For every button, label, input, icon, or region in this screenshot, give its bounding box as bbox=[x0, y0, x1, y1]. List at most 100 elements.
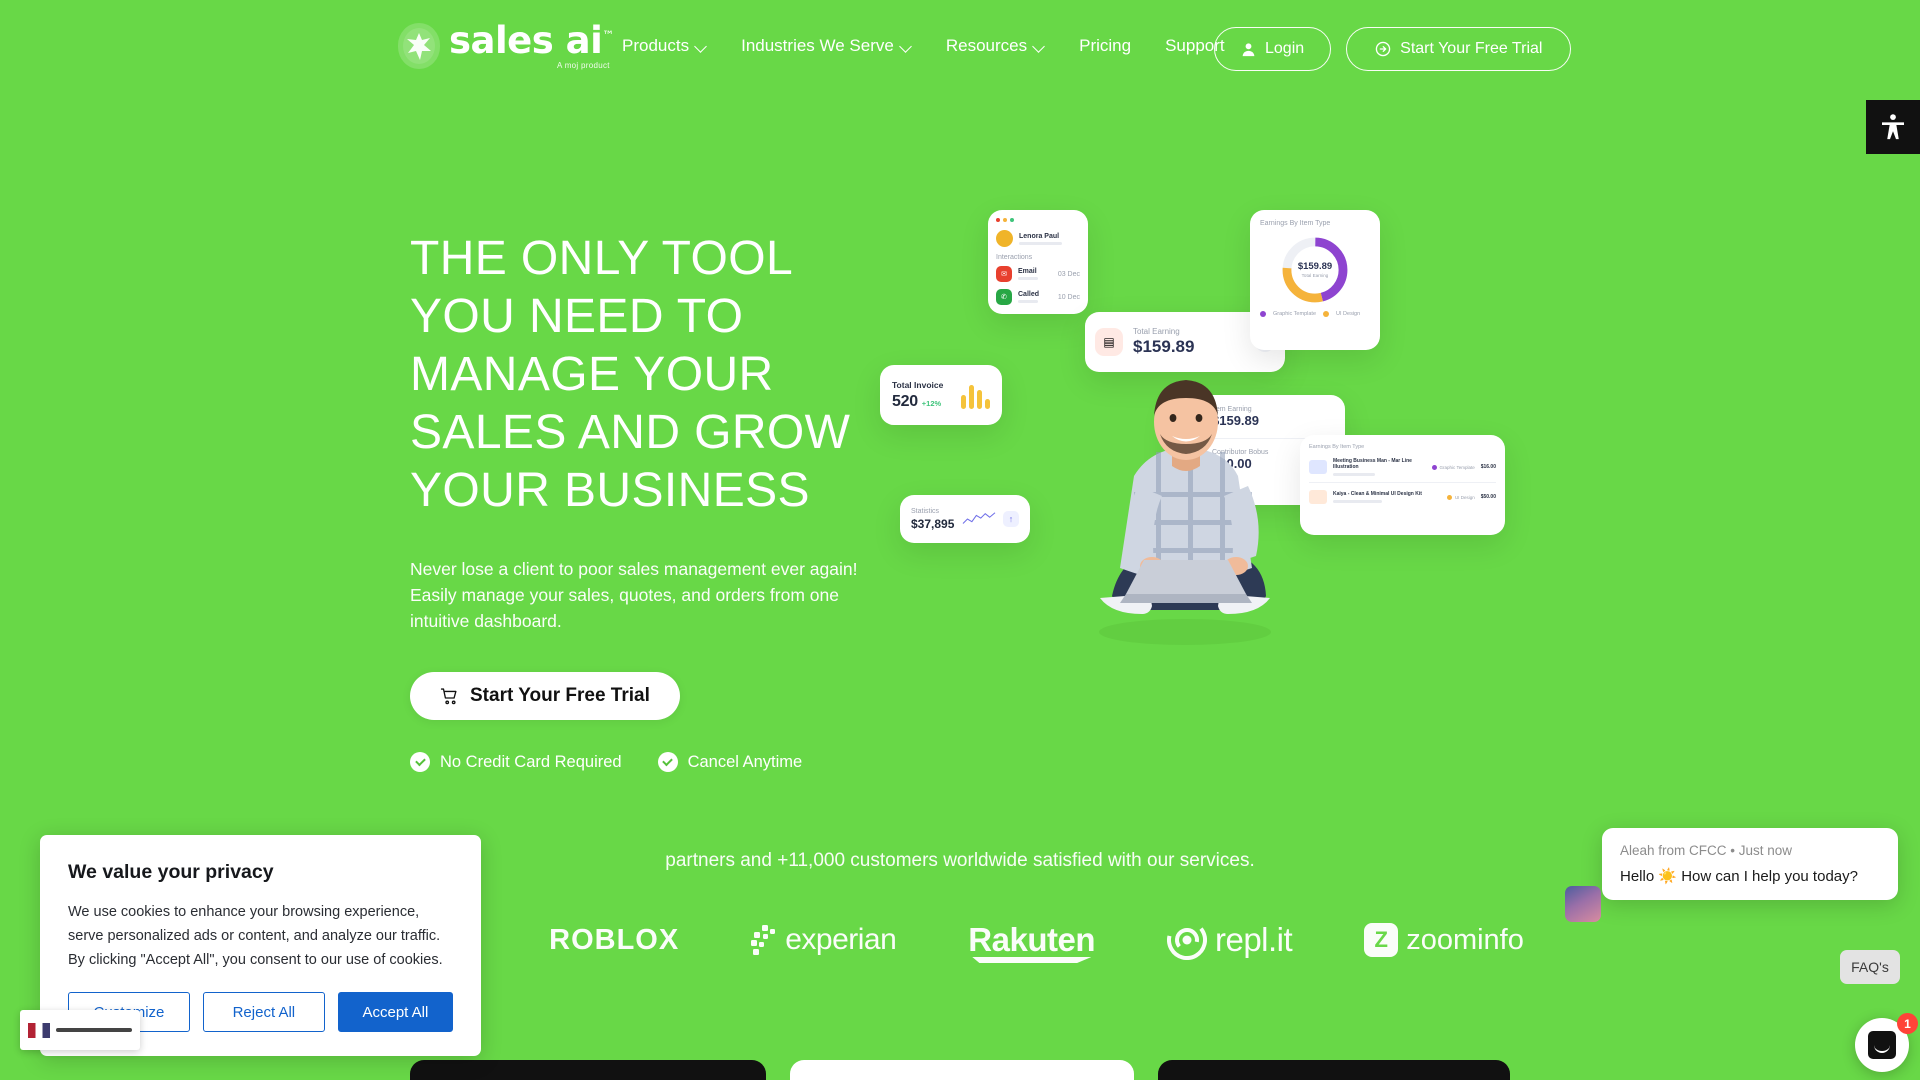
hero-subtext: Never lose a client to poor sales manage… bbox=[410, 559, 858, 631]
nav-label: Products bbox=[622, 36, 690, 55]
main-nav: Products Industries We Serve Resources P… bbox=[622, 36, 1225, 56]
legend-label: UI Design bbox=[1336, 311, 1361, 317]
nav-item-products[interactable]: Products bbox=[622, 36, 707, 56]
trial-label: Start Your Free Trial bbox=[1400, 40, 1543, 57]
logo-name: sales ai bbox=[449, 19, 603, 62]
logo-trademark: ™ bbox=[602, 28, 614, 43]
logo-zoominfo-label: zoominfo bbox=[1406, 923, 1524, 956]
nav-label: Resources bbox=[945, 36, 1028, 55]
item-name: Meeting Business Man - Mar Line Illustra… bbox=[1333, 458, 1412, 470]
check-circle-icon bbox=[657, 752, 678, 772]
logo-experian: experian bbox=[751, 923, 897, 957]
total-invoice-value: 520 bbox=[892, 392, 918, 410]
total-invoice-card: Total Invoice 520 +12% bbox=[880, 365, 1002, 425]
legend-swatch bbox=[1260, 311, 1266, 317]
item-type: Graphic Template bbox=[1439, 464, 1475, 470]
total-invoice-change: +12% bbox=[921, 398, 942, 408]
replit-mark-icon bbox=[1166, 920, 1207, 960]
phone-icon: ✆ bbox=[996, 289, 1012, 305]
circle-arrow-right-icon bbox=[1375, 41, 1391, 57]
cookie-title: We value your privacy bbox=[68, 861, 274, 883]
nav-item-industries[interactable]: Industries We Serve bbox=[741, 36, 912, 56]
nav-label: Industries We Serve bbox=[741, 36, 894, 55]
logo-rakuten: Rakuten bbox=[968, 921, 1095, 958]
total-earning-value: $159.89 bbox=[1133, 337, 1195, 356]
table-title: Earnings By Item Type bbox=[1309, 444, 1365, 450]
sparkline-icon bbox=[962, 512, 996, 524]
legend-swatch bbox=[1323, 311, 1330, 317]
chevron-down-icon bbox=[1034, 41, 1045, 52]
logo-mark-icon bbox=[398, 23, 440, 69]
nav-label: Pricing bbox=[1079, 36, 1132, 55]
accessibility-widget-button[interactable] bbox=[1866, 100, 1920, 154]
chevron-down-icon bbox=[901, 41, 912, 52]
zoominfo-mark-icon: Z bbox=[1364, 923, 1399, 957]
item-name: Kaiya - Clean & Minimal UI Design Kit bbox=[1333, 491, 1422, 497]
check-circle-icon bbox=[410, 752, 430, 772]
start-free-trial-button-hero[interactable]: Start Your Free Trial bbox=[410, 672, 680, 720]
logo-tagline: A moj product bbox=[557, 61, 610, 70]
hero-illustration: Lenora Paul Interactions ✉ Email 03 Dec … bbox=[880, 190, 1520, 790]
chevron-down-icon bbox=[696, 41, 707, 52]
interaction-date: 10 Dec bbox=[1057, 293, 1080, 301]
logo-experian-label: experian bbox=[785, 923, 897, 956]
avatar bbox=[996, 230, 1013, 247]
table-row: Meeting Business Man - Mar Line Illustra… bbox=[1309, 458, 1496, 483]
hero-badges: No Credit Card Required Cancel Anytime bbox=[410, 752, 880, 772]
arrow-up-icon: ↑ bbox=[1002, 511, 1019, 527]
hero-content: THE ONLY TOOL YOU NEED TO MANAGE YOUR SA… bbox=[410, 230, 880, 772]
statistics-label: Statistics bbox=[911, 507, 940, 515]
donut-center-value: $159.89 bbox=[1298, 261, 1332, 272]
statistics-card: Statistics $37,895 ↑ bbox=[900, 495, 1030, 543]
logo-replit: repl.it bbox=[1166, 920, 1293, 960]
mail-icon: ✉ bbox=[996, 266, 1012, 282]
donut-center-label: Total Earning bbox=[1302, 273, 1329, 278]
logo[interactable]: sales ai™ A moj product bbox=[398, 22, 614, 70]
faq-button[interactable]: FAQ's bbox=[1840, 950, 1900, 984]
total-invoice-label: Total Invoice bbox=[892, 379, 944, 390]
page-title: THE ONLY TOOL YOU NEED TO MANAGE YOUR SA… bbox=[410, 232, 851, 517]
contact-section-label: Interactions bbox=[996, 254, 1033, 261]
peek-card-center bbox=[790, 1060, 1134, 1080]
nav-item-pricing[interactable]: Pricing bbox=[1079, 36, 1131, 56]
cta-label: Start Your Free Trial bbox=[470, 685, 650, 706]
window-dots-icon bbox=[996, 218, 1080, 222]
accessibility-icon bbox=[1882, 114, 1904, 140]
reject-all-button[interactable]: Reject All bbox=[202, 992, 325, 1032]
earnings-table-card: Earnings By Item Type Meeting Business M… bbox=[1300, 435, 1505, 535]
user-icon bbox=[1241, 42, 1256, 57]
accept-all-button[interactable]: Accept All bbox=[337, 992, 453, 1032]
experian-mark-icon bbox=[751, 925, 776, 955]
peek-card-right bbox=[1158, 1060, 1510, 1080]
logo-glyph-icon bbox=[403, 28, 435, 64]
nav-item-resources[interactable]: Resources bbox=[946, 36, 1045, 56]
chat-message-text: Hello ☀️ How can I help you today? bbox=[1620, 868, 1858, 885]
interaction-date: 03 Dec bbox=[1057, 270, 1080, 278]
contact-card: Lenora Paul Interactions ✉ Email 03 Dec … bbox=[988, 210, 1088, 314]
chat-bubble-icon bbox=[1868, 1031, 1896, 1059]
site-header: sales ai™ A moj product Products Industr… bbox=[0, 0, 1920, 98]
contact-name: Lenora Paul bbox=[1019, 232, 1060, 240]
earnings-donut-card: Earnings By Item Type $159.89 Total Earn… bbox=[1250, 210, 1380, 350]
item-type: UI Design bbox=[1454, 494, 1475, 500]
login-button[interactable]: Login bbox=[1214, 27, 1332, 71]
next-section-peek bbox=[0, 1060, 1920, 1080]
donut-title: Earnings By Item Type bbox=[1260, 220, 1331, 227]
language-selector-widget[interactable] bbox=[20, 1010, 140, 1050]
item-price: $50.00 bbox=[1480, 494, 1496, 500]
legend-label: Graphic Template bbox=[1273, 311, 1317, 317]
language-placeholder-bar bbox=[56, 1028, 132, 1032]
chat-message-popup[interactable]: Aleah from CFCC • Just now Hello ☀️ How … bbox=[1602, 828, 1898, 900]
shopping-cart-icon bbox=[440, 687, 459, 706]
bar-chart-icon bbox=[961, 381, 990, 409]
chat-meta: Aleah from CFCC • Just now bbox=[1620, 843, 1793, 858]
statistics-value: $37,895 bbox=[911, 516, 955, 531]
card-icon: ▤ bbox=[1095, 328, 1123, 356]
item-price: $16.00 bbox=[1480, 464, 1496, 470]
badge-cancel-anytime: Cancel Anytime bbox=[657, 752, 802, 772]
donut-chart: $159.89 Total Earning bbox=[1282, 237, 1348, 303]
start-free-trial-button-header[interactable]: Start Your Free Trial bbox=[1346, 27, 1572, 71]
login-label: Login bbox=[1265, 40, 1305, 57]
interaction-label: Email bbox=[1018, 268, 1037, 275]
badge-no-credit-card: No Credit Card Required bbox=[410, 752, 622, 772]
